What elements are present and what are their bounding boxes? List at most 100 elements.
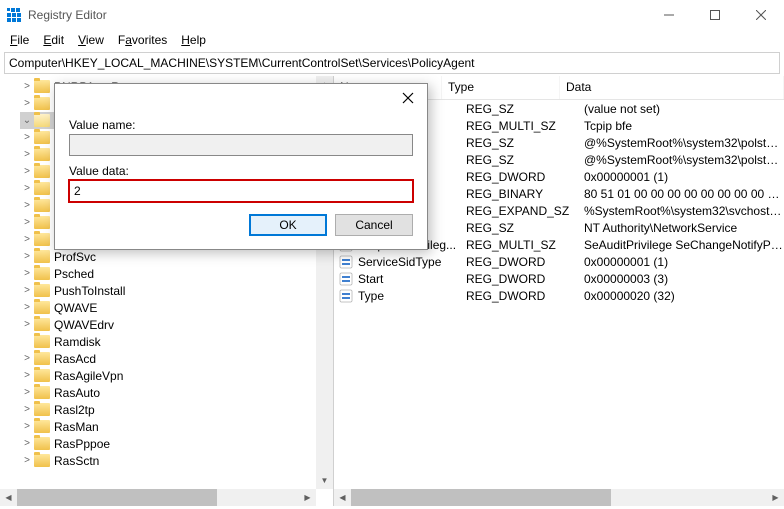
folder-icon [34,403,50,416]
expand-icon[interactable]: > [20,353,34,364]
tree-item-label: RasAgileVpn [54,369,123,383]
col-type[interactable]: Type [442,76,560,99]
expand-icon[interactable]: > [20,217,34,228]
tree-item[interactable]: >QWAVE [20,299,333,316]
menu-file[interactable]: File [4,31,35,49]
expand-icon[interactable]: > [20,455,34,466]
tree-hscrollbar[interactable]: ◀ ▶ [0,489,316,506]
folder-icon [34,182,50,195]
folder-icon [34,216,50,229]
expand-icon[interactable]: > [20,149,34,160]
scroll-right-icon[interactable]: ▶ [767,489,784,506]
cell-type: REG_MULTI_SZ [466,119,584,133]
folder-icon [34,369,50,382]
expand-icon[interactable]: > [20,404,34,415]
list-row[interactable]: ServiceSidTypeREG_DWORD0x00000001 (1) [334,253,784,270]
menu-edit[interactable]: Edit [37,31,70,49]
ok-button[interactable]: OK [249,214,327,236]
tree-item[interactable]: >RasAcd [20,350,333,367]
folder-icon [34,335,50,348]
cell-data: @%SystemRoot%\system32\polstore.dl [584,136,784,150]
expand-icon[interactable]: > [20,81,34,92]
expand-icon[interactable]: > [20,438,34,449]
tree-item-label: RasAuto [54,386,100,400]
value-name-input[interactable] [69,134,413,156]
expand-icon[interactable]: > [20,370,34,381]
tree-item[interactable]: > RasAgileVpn [20,367,333,384]
folder-icon [34,97,50,110]
dialog-buttons: OK Cancel [55,206,427,248]
expand-icon[interactable]: > [20,200,34,211]
close-button[interactable] [738,0,784,30]
expand-icon[interactable]: > [20,183,34,194]
expand-icon[interactable]: > [20,98,34,109]
hscroll-thumb[interactable] [17,489,217,506]
folder-icon [34,233,50,246]
folder-icon [34,352,50,365]
scroll-left-icon[interactable]: ◀ [334,489,351,506]
expand-icon[interactable]: > [20,251,34,262]
expand-icon[interactable]: > [20,387,34,398]
value-name-label: Value name: [69,118,413,132]
value-data-input[interactable] [69,180,413,202]
dialog-close-button[interactable] [393,86,423,110]
list-row[interactable]: TypeREG_DWORD0x00000020 (32) [334,287,784,304]
folder-icon [34,131,50,144]
menu-view[interactable]: View [72,31,110,49]
expand-icon[interactable]: > [20,285,34,296]
expand-icon[interactable]: > [20,234,34,245]
expand-icon[interactable]: > [20,421,34,432]
maximize-button[interactable] [692,0,738,30]
minimize-button[interactable] [646,0,692,30]
tree-item[interactable]: > RasAuto [20,384,333,401]
tree-item-label: PushToInstall [54,284,125,298]
menu-favorites[interactable]: Favorites [112,31,173,49]
folder-icon [34,420,50,433]
hscroll-thumb[interactable] [351,489,611,506]
tree-item-label: ProfSvc [54,250,96,264]
cell-data: 80 51 01 00 00 00 00 00 00 00 00 00 03 0… [584,187,784,201]
cell-type: REG_SZ [466,136,584,150]
cell-data: SeAuditPrivilege SeChangeNotifyPrivileg [584,238,784,252]
folder-icon [34,165,50,178]
expand-icon[interactable]: > [20,319,34,330]
cell-data: 0x00000001 (1) [584,170,784,184]
expand-icon[interactable]: > [20,166,34,177]
tree-item-label: RasMan [54,420,99,434]
expand-icon[interactable]: > [20,132,34,143]
scroll-right-icon[interactable]: ▶ [299,489,316,506]
tree-item[interactable]: > QWAVEdrv [20,316,333,333]
menu-help[interactable]: Help [175,31,212,49]
cell-data: NT Authority\NetworkService [584,221,784,235]
col-data[interactable]: Data [560,76,784,99]
tree-item[interactable]: > PushToInstall [20,282,333,299]
cell-type: REG_EXPAND_SZ [466,204,584,218]
cancel-button[interactable]: Cancel [335,214,413,236]
cell-type: REG_MULTI_SZ [466,238,584,252]
tree-item-label: Ramdisk [54,335,101,349]
list-row[interactable]: StartREG_DWORD0x00000003 (3) [334,270,784,287]
list-hscrollbar[interactable]: ◀ ▶ [334,489,784,506]
tree-item-label: QWAVEdrv [54,318,114,332]
expand-icon[interactable]: > [20,268,34,279]
cell-type: REG_DWORD [466,170,584,184]
tree-item[interactable]: > ProfSvc [20,248,333,265]
expand-icon[interactable]: ⌄ [20,115,34,126]
expand-icon[interactable]: > [20,302,34,313]
tree-item[interactable]: >RasPppoe [20,435,333,452]
dialog-titlebar [55,84,427,112]
scroll-left-icon[interactable]: ◀ [0,489,17,506]
tree-item[interactable]: Ramdisk [20,333,333,350]
window-title: Registry Editor [28,8,646,22]
address-bar[interactable]: Computer\HKEY_LOCAL_MACHINE\SYSTEM\Curre… [4,52,780,74]
cell-data: 0x00000020 (32) [584,289,784,303]
tree-item[interactable]: >Rasl2tp [20,401,333,418]
cell-name: ServiceSidType [358,255,466,269]
tree-item[interactable]: >Psched [20,265,333,282]
tree-item[interactable]: >RasSctn [20,452,333,469]
dialog-body: Value name: Value data: [55,112,427,206]
scroll-down-icon[interactable]: ▼ [316,472,333,489]
tree-item[interactable]: > RasMan [20,418,333,435]
folder-icon [34,454,50,467]
folder-icon [34,80,50,93]
